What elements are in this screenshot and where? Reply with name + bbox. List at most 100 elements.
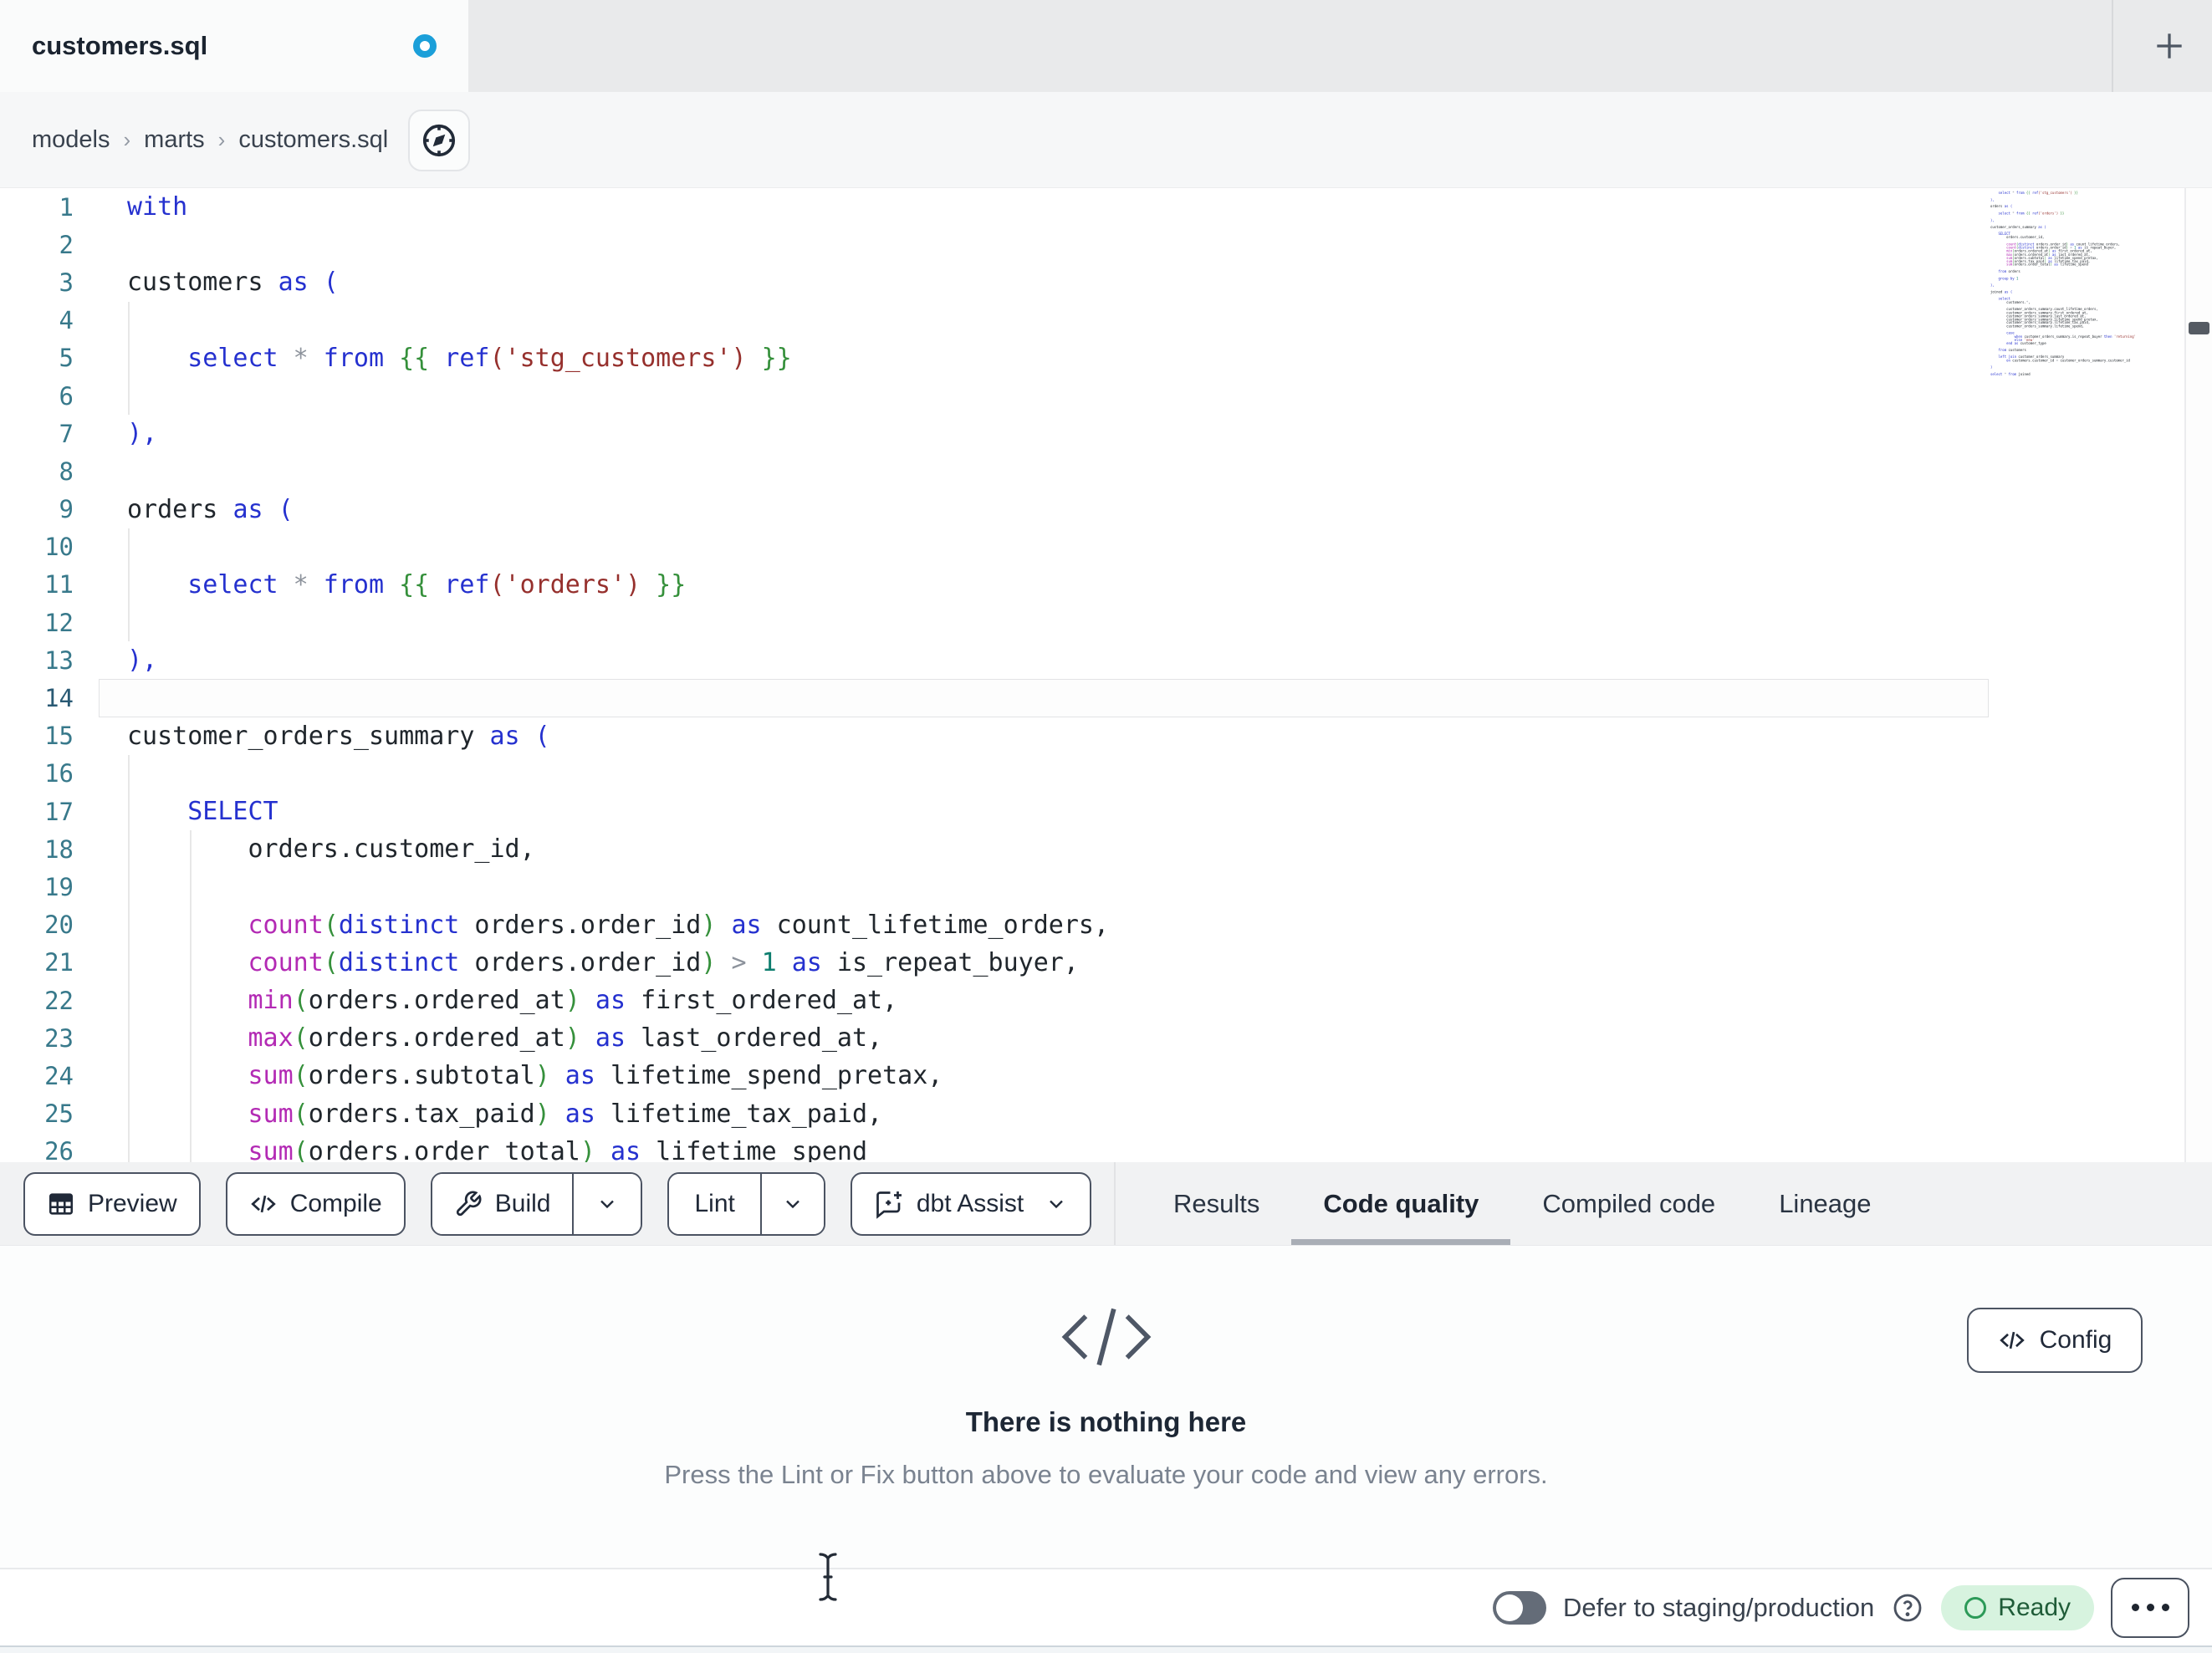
code-line-content: orders as ( bbox=[127, 494, 294, 524]
line-number: 4 bbox=[59, 306, 74, 335]
line-number: 20 bbox=[44, 911, 74, 940]
code-line[interactable]: 8 bbox=[0, 452, 2212, 490]
code-line[interactable]: 13), bbox=[0, 641, 2212, 679]
tab-compiled-code[interactable]: Compiled code bbox=[1510, 1162, 1747, 1245]
build-label: Build bbox=[494, 1190, 551, 1217]
code-line[interactable]: 5 select * from {{ ref('stg_customers') … bbox=[0, 339, 2212, 377]
code-line[interactable]: 25 sum(orders.tax_paid) as lifetime_tax_… bbox=[0, 1095, 2212, 1133]
compile-label: Compile bbox=[289, 1190, 382, 1217]
defer-label: Defer to staging/production bbox=[1563, 1592, 1875, 1622]
tab-code-quality[interactable]: Code quality bbox=[1291, 1162, 1511, 1245]
breadcrumb-separator: › bbox=[123, 126, 131, 152]
new-tab-button[interactable] bbox=[2138, 14, 2201, 78]
code-line[interactable]: 18 orders.customer_id, bbox=[0, 830, 2212, 868]
code-line[interactable]: 20 count(distinct orders.order_id) as co… bbox=[0, 906, 2212, 944]
code-line[interactable]: 16 bbox=[0, 755, 2212, 793]
line-number: 6 bbox=[59, 381, 74, 411]
editor-actions: Preview Compile Build Lint dbt Assist bbox=[23, 1172, 1092, 1236]
line-number: 1 bbox=[59, 192, 74, 222]
line-number: 12 bbox=[44, 608, 74, 637]
empty-state-title: There is nothing here bbox=[965, 1406, 1247, 1437]
status-bar-right: Defer to staging/production Ready bbox=[1493, 1569, 2189, 1645]
code-line[interactable]: 24 sum(orders.subtotal) as lifetime_spen… bbox=[0, 1057, 2212, 1094]
tab-customers-sql[interactable]: customers.sql bbox=[0, 0, 468, 92]
preview-button[interactable]: Preview bbox=[23, 1172, 201, 1236]
line-number: 7 bbox=[59, 419, 74, 448]
code-line-content: ), bbox=[127, 419, 158, 449]
window-bottom-edge bbox=[0, 1645, 2212, 1653]
tab-bar-divider bbox=[2112, 0, 2113, 92]
ellipsis-icon bbox=[2131, 1604, 2139, 1611]
editor-tab-bar: customers.sql bbox=[0, 0, 2212, 92]
result-tabs: Results Code quality Compiled code Linea… bbox=[1142, 1162, 1903, 1245]
ibeam-cursor bbox=[819, 1553, 837, 1601]
config-button[interactable]: Config bbox=[1967, 1308, 2143, 1373]
lint-dropdown-button[interactable] bbox=[759, 1174, 824, 1234]
code-line-content: count(distinct orders.order_id) as count… bbox=[248, 910, 1110, 940]
breadcrumb-separator: › bbox=[217, 126, 226, 152]
build-dropdown-button[interactable] bbox=[572, 1174, 641, 1234]
code-lines: 1 with 2 3 customers as ( 4 5 select * from {{… bbox=[0, 188, 2212, 1162]
line-number: 25 bbox=[44, 1099, 74, 1129]
code-line[interactable]: 26 sum(orders.order_total) as lifetime_s… bbox=[0, 1133, 2212, 1162]
code-slash-icon bbox=[1061, 1308, 1151, 1366]
code-line-content: customers as ( bbox=[127, 268, 339, 298]
code-line-content: count(distinct orders.order_id) > 1 as i… bbox=[248, 947, 1079, 977]
code-line[interactable]: 9 orders as ( bbox=[0, 491, 2212, 528]
code-line[interactable]: 4 bbox=[0, 302, 2212, 339]
ready-status-icon bbox=[1964, 1596, 1987, 1619]
unsaved-indicator-dot bbox=[413, 34, 437, 58]
code-line-content: sum(orders.order_total) as lifetime_spen… bbox=[248, 1136, 868, 1162]
code-line[interactable]: 17 SELECT bbox=[0, 793, 2212, 830]
lint-button[interactable]: Lint bbox=[669, 1174, 760, 1234]
code-line[interactable]: 23 max(orders.ordered_at) as last_ordere… bbox=[0, 1019, 2212, 1057]
code-line[interactable]: 1 with bbox=[0, 188, 2212, 226]
code-line[interactable]: 7), bbox=[0, 415, 2212, 452]
code-line-content: customer_orders_summary as ( bbox=[127, 721, 550, 751]
tab-lineage[interactable]: Lineage bbox=[1747, 1162, 1903, 1245]
code-line[interactable]: 14 bbox=[0, 679, 2212, 717]
code-line[interactable]: 3 customers as ( bbox=[0, 263, 2212, 301]
code-line-content: orders.customer_id, bbox=[127, 834, 535, 865]
results-panel: There is nothing here Press the Lint or … bbox=[0, 1246, 2212, 1568]
breadcrumb: models › marts › customers.sql bbox=[32, 92, 388, 187]
code-icon bbox=[1999, 1331, 2025, 1349]
breadcrumb-item-marts[interactable]: marts bbox=[144, 126, 205, 154]
code-line[interactable]: 19 bbox=[0, 868, 2212, 906]
compile-button[interactable]: Compile bbox=[225, 1172, 406, 1236]
minimap[interactable]: withcustomers as ( select * from {{ ref(… bbox=[1990, 188, 2179, 696]
breadcrumb-item-models[interactable]: models bbox=[32, 126, 110, 154]
lineage-navigate-button[interactable] bbox=[408, 110, 470, 171]
dbt-ide-window: customers.sql models › marts › customers… bbox=[0, 0, 2212, 1653]
ready-status-badge[interactable]: Ready bbox=[1941, 1584, 2094, 1630]
code-line[interactable]: 22 min(orders.ordered_at) as first_order… bbox=[0, 982, 2212, 1019]
code-line[interactable]: 12 bbox=[0, 604, 2212, 641]
code-line[interactable]: 11 select * from {{ ref('orders') }} bbox=[0, 566, 2212, 604]
line-number: 19 bbox=[44, 872, 74, 901]
dbt-assist-button[interactable]: dbt Assist bbox=[850, 1172, 1092, 1236]
code-line[interactable]: 6 bbox=[0, 377, 2212, 415]
code-line-content: sum(orders.subtotal) as lifetime_spend_p… bbox=[248, 1061, 943, 1091]
status-bar: Defer to staging/production Ready bbox=[0, 1568, 2212, 1645]
defer-toggle[interactable] bbox=[1493, 1590, 1547, 1625]
breadcrumb-item-file: customers.sql bbox=[238, 125, 389, 153]
code-line[interactable]: 2 bbox=[0, 226, 2212, 263]
lint-split-button: Lint bbox=[667, 1172, 825, 1236]
build-button[interactable]: Build bbox=[432, 1174, 573, 1234]
code-editor[interactable]: 1 with 2 3 customers as ( 4 5 select * from {{… bbox=[0, 188, 2212, 1162]
line-number: 11 bbox=[44, 570, 74, 599]
code-line[interactable]: 21 count(distinct orders.order_id) > 1 a… bbox=[0, 944, 2212, 982]
file-header-bar: models › marts › customers.sql Save bbox=[0, 92, 2212, 259]
overflow-menu-button[interactable] bbox=[2111, 1577, 2189, 1638]
empty-state-subtitle: Press the Lint or Fix button above to ev… bbox=[664, 1460, 1548, 1489]
code-line[interactable]: 10 bbox=[0, 528, 2212, 566]
scroll-position-marker[interactable] bbox=[2189, 322, 2209, 334]
code-line[interactable]: 15 customer_orders_summary as ( bbox=[0, 717, 2212, 755]
help-icon[interactable] bbox=[1891, 1591, 1924, 1625]
tab-results[interactable]: Results bbox=[1142, 1162, 1291, 1245]
line-number: 14 bbox=[44, 684, 74, 713]
tab-title: customers.sql bbox=[32, 31, 208, 60]
assist-sparkle-chat-icon bbox=[876, 1191, 902, 1219]
chevron-down-icon bbox=[1050, 1200, 1064, 1209]
overview-ruler[interactable] bbox=[2184, 188, 2212, 1162]
